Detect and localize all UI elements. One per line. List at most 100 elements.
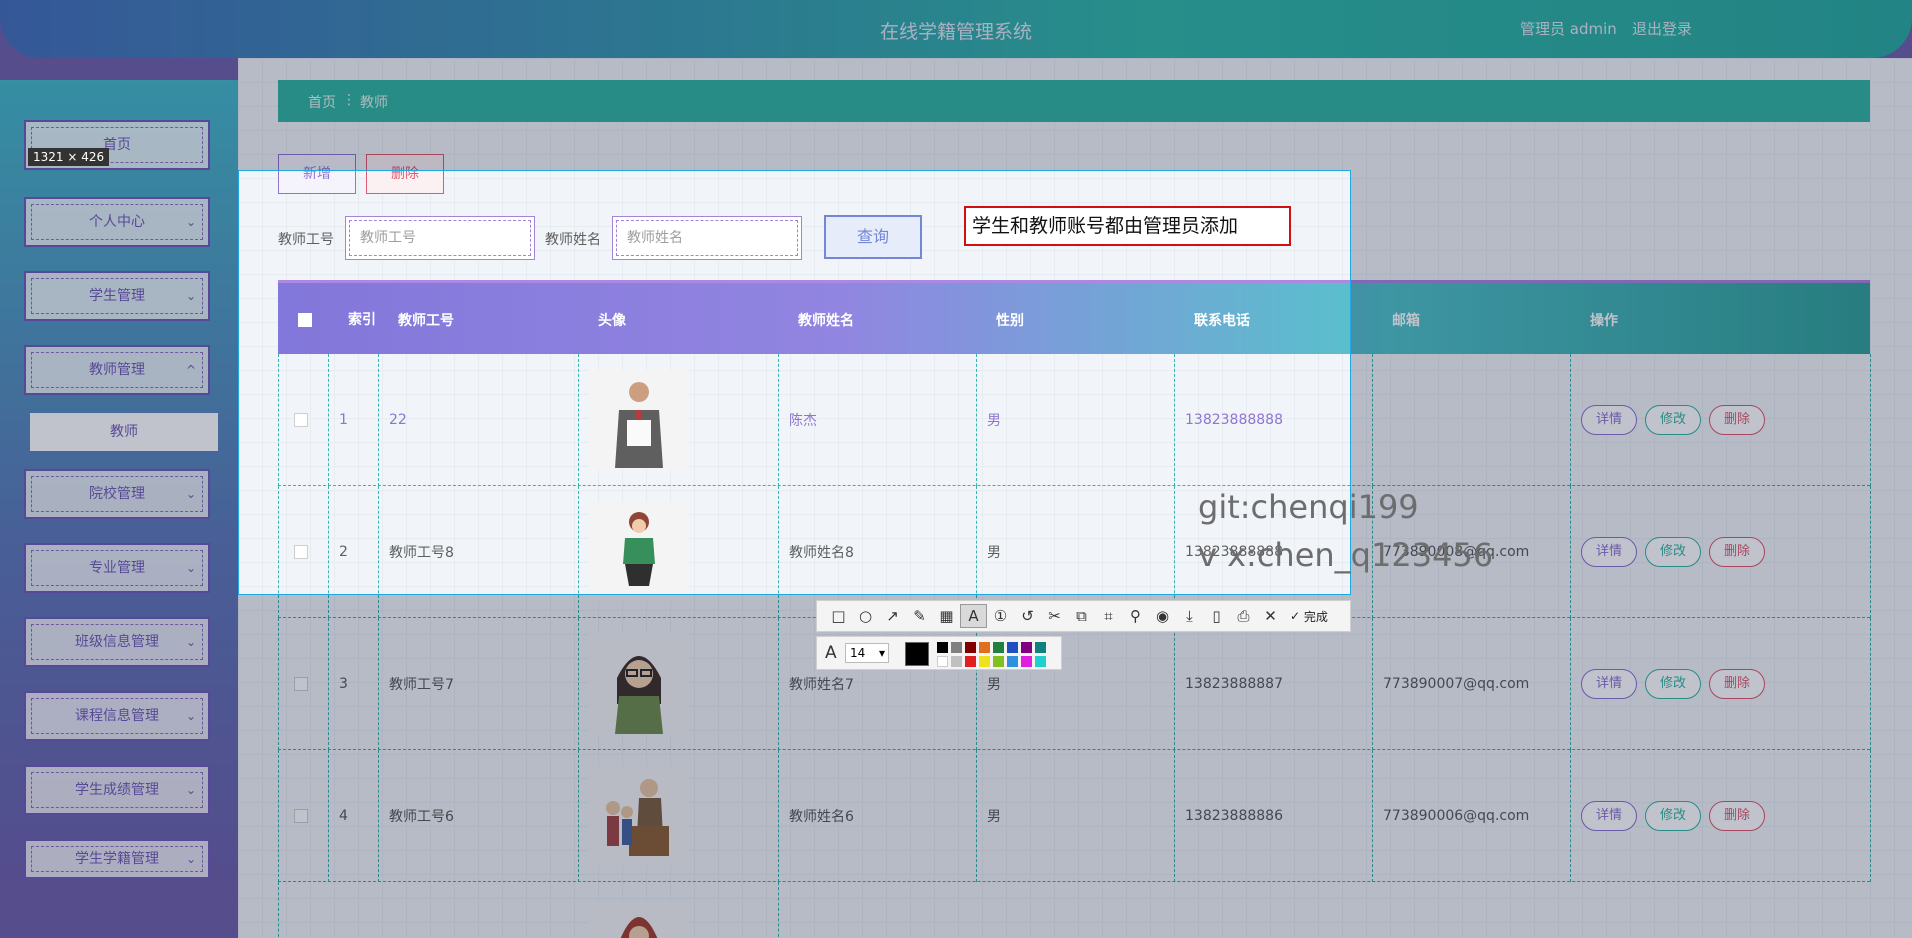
- color-swatch[interactable]: [965, 642, 976, 653]
- logout-link[interactable]: 退出登录: [1632, 18, 1692, 39]
- color-swatch[interactable]: [993, 656, 1004, 667]
- teacher-id-input[interactable]: 教师工号: [345, 216, 535, 260]
- chevron-down-icon: ▾: [878, 646, 885, 660]
- ellipse-icon[interactable]: ○: [852, 604, 879, 628]
- mosaic-icon[interactable]: ▦: [933, 604, 960, 628]
- row-checkbox[interactable]: [279, 354, 329, 486]
- color-swatch[interactable]: [1007, 642, 1018, 653]
- bookmark-icon[interactable]: ⎙: [1230, 604, 1257, 628]
- main-content: 首页 ⋮ 教师 新增 删除 教师工号 教师工号 教师姓名 教师姓名 查询 索引 …: [238, 58, 1912, 938]
- top-header: 在线学籍管理系统 管理员 admin 退出登录: [0, 0, 1912, 58]
- row-checkbox[interactable]: [279, 618, 329, 750]
- arrow-icon[interactable]: ↗: [879, 604, 906, 628]
- row-teacher-name: 教师姓名8: [779, 486, 977, 618]
- avatar: [589, 370, 689, 470]
- sidebar-item-personal[interactable]: 个人中心 ⌄: [24, 197, 210, 247]
- ocr-icon[interactable]: ⌗: [1095, 604, 1122, 628]
- detail-button[interactable]: 详情: [1581, 801, 1638, 831]
- row-checkbox[interactable]: [279, 750, 329, 882]
- row-actions: 详情 修改 删除: [1571, 486, 1871, 618]
- table-row: 4 教师工号6 教师姓名6 男 13823888886 773890006@qq…: [278, 750, 1871, 882]
- sidebar-item-majors[interactable]: 专业管理 ⌄: [24, 543, 210, 593]
- check-icon: ✓: [1290, 609, 1301, 623]
- color-swatch[interactable]: [951, 642, 962, 653]
- chevron-down-icon: ⌄: [185, 635, 196, 649]
- sidebar-item-students[interactable]: 学生管理 ⌄: [24, 271, 210, 321]
- sidebar-subitem-teacher[interactable]: 教师: [30, 413, 218, 451]
- row-actions: 详情 修改 删除: [1571, 750, 1871, 882]
- breadcrumb: 首页 ⋮ 教师: [278, 80, 1870, 122]
- download-icon[interactable]: ⤓: [1176, 604, 1203, 628]
- row-index: 3: [329, 618, 379, 750]
- row-email: 773890007@qq.com: [1373, 618, 1571, 750]
- color-swatch[interactable]: [1035, 656, 1046, 667]
- query-button[interactable]: 查询: [824, 215, 922, 259]
- edit-button[interactable]: 修改: [1645, 669, 1702, 699]
- th-index: 索引: [348, 312, 376, 328]
- sidebar-item-grades[interactable]: 学生成绩管理 ⌄: [24, 765, 210, 815]
- delete-row-button[interactable]: 删除: [1709, 405, 1766, 435]
- color-swatch[interactable]: [979, 642, 990, 653]
- row-teacher-id: 22: [379, 354, 579, 486]
- teacher-name-input[interactable]: 教师姓名: [612, 216, 802, 260]
- table-row: 2 教师工号8 教师姓名8 男 13823888888 773890008@qq…: [278, 486, 1871, 618]
- undo-icon[interactable]: ↺: [1014, 604, 1041, 628]
- color-swatch[interactable]: [1035, 642, 1046, 653]
- annotation-text-box[interactable]: 学生和教师账号都由管理员添加: [964, 206, 1291, 246]
- color-swatch[interactable]: [1007, 656, 1018, 667]
- delete-row-button[interactable]: 删除: [1709, 801, 1766, 831]
- add-button[interactable]: 新增: [278, 154, 356, 194]
- edit-button[interactable]: 修改: [1645, 405, 1702, 435]
- row-gender: 男: [977, 486, 1175, 618]
- color-swatch[interactable]: [951, 656, 962, 667]
- color-swatch[interactable]: [1021, 656, 1032, 667]
- pencil-icon[interactable]: ✎: [906, 604, 933, 628]
- chevron-down-icon: ⌄: [185, 215, 196, 229]
- breadcrumb-home[interactable]: 首页: [308, 92, 336, 112]
- row-index: 2: [329, 486, 379, 618]
- translate-icon[interactable]: ⧉: [1068, 604, 1095, 628]
- text-icon[interactable]: A: [960, 604, 987, 628]
- color-swatch[interactable]: [979, 656, 990, 667]
- scissors-icon[interactable]: ✂: [1041, 604, 1068, 628]
- color-swatch[interactable]: [937, 656, 948, 667]
- delete-row-button[interactable]: 删除: [1709, 537, 1766, 567]
- color-swatch[interactable]: [993, 642, 1004, 653]
- color-swatch[interactable]: [937, 642, 948, 653]
- row-gender: 男: [977, 354, 1175, 486]
- sidebar-item-teachers[interactable]: 教师管理 ^: [24, 345, 210, 395]
- phone-icon[interactable]: ▯: [1203, 604, 1230, 628]
- delete-row-button[interactable]: 删除: [1709, 669, 1766, 699]
- number-icon[interactable]: ①: [987, 604, 1014, 628]
- done-button[interactable]: ✓ 完成: [1290, 608, 1328, 625]
- row-avatar-cell: [579, 750, 779, 882]
- sidebar-item-courses[interactable]: 课程信息管理 ⌄: [24, 691, 210, 741]
- row-actions: 详情 修改 删除: [1571, 354, 1871, 486]
- row-email: [1373, 354, 1571, 486]
- chevron-down-icon: ⌄: [185, 852, 196, 866]
- font-size-select[interactable]: 14 ▾: [845, 643, 889, 663]
- font-size-value: 14: [850, 646, 866, 660]
- select-all-checkbox[interactable]: [278, 283, 328, 357]
- teacher-name-label: 教师姓名: [545, 232, 601, 248]
- sidebar-item-label: 学生管理: [89, 288, 145, 304]
- record-icon[interactable]: ◉: [1149, 604, 1176, 628]
- detail-button[interactable]: 详情: [1581, 537, 1638, 567]
- delete-button[interactable]: 删除: [366, 154, 444, 194]
- rectangle-icon[interactable]: □: [825, 604, 852, 628]
- edit-button[interactable]: 修改: [1645, 537, 1702, 567]
- detail-button[interactable]: 详情: [1581, 405, 1638, 435]
- color-swatch[interactable]: [965, 656, 976, 667]
- sidebar-item-label: 课程信息管理: [75, 708, 159, 724]
- breadcrumb-separator: ⋮: [342, 92, 356, 108]
- edit-button[interactable]: 修改: [1645, 801, 1702, 831]
- close-icon[interactable]: ✕: [1257, 604, 1284, 628]
- current-color[interactable]: [905, 642, 929, 666]
- pin-icon[interactable]: ⚲: [1122, 604, 1149, 628]
- sidebar-item-enrollment[interactable]: 学生学籍管理 ⌄: [24, 839, 210, 879]
- detail-button[interactable]: 详情: [1581, 669, 1638, 699]
- sidebar-item-classes[interactable]: 班级信息管理 ⌄: [24, 617, 210, 667]
- row-checkbox[interactable]: [279, 486, 329, 618]
- color-swatch[interactable]: [1021, 642, 1032, 653]
- sidebar-item-schools[interactable]: 院校管理 ⌄: [24, 469, 210, 519]
